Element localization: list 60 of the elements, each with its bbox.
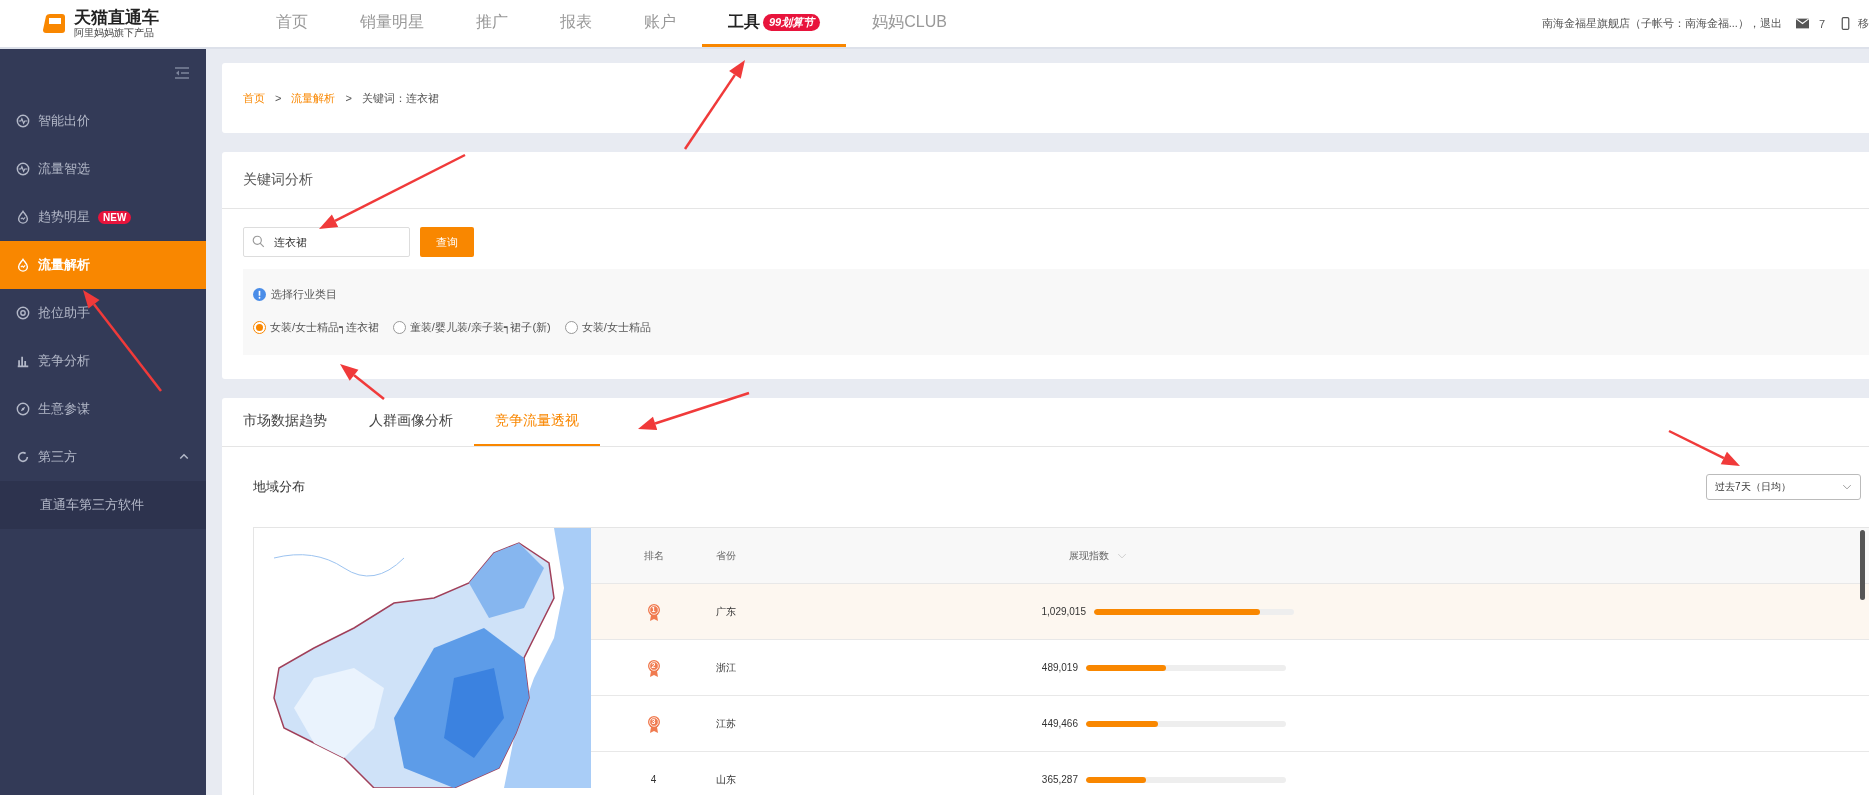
logo-title: 天猫直通车	[74, 8, 159, 27]
target-icon	[16, 306, 30, 320]
sidebar-item[interactable]: 抢位助手	[0, 289, 206, 337]
column-header[interactable]: 展现指数	[1069, 548, 1109, 563]
nav-tab[interactable]: 推广	[450, 0, 534, 47]
category-title: 选择行业类目	[271, 287, 337, 302]
province-cell-text: 广东	[716, 604, 737, 619]
nav-tab[interactable]: 账户	[618, 0, 702, 47]
index-value: 1,029,015	[1040, 606, 1086, 617]
column-header: 排名	[643, 548, 664, 563]
collapse-menu-icon	[174, 65, 190, 81]
breadcrumb-current: 关键词：连衣裙	[361, 90, 439, 106]
radio-icon[interactable]	[253, 321, 266, 334]
caret-icon	[1842, 482, 1852, 492]
annotation-arrow	[1668, 429, 1740, 466]
category-radio[interactable]: 女装/女士精品	[564, 320, 651, 335]
sidebar-item[interactable]: 流量智选	[0, 145, 206, 193]
annotation-arrow	[340, 364, 385, 400]
column-header: 省份	[716, 548, 737, 563]
tab[interactable]: 人群画像分析	[348, 398, 474, 446]
sidebar-item[interactable]: 趋势明星 NEW	[0, 193, 206, 241]
search-field[interactable]: 连衣裙	[243, 227, 410, 257]
sidebar-item[interactable]: 智能出价	[0, 97, 206, 145]
bar-chart-icon	[16, 354, 30, 368]
pulse-circle-icon	[16, 114, 30, 128]
index-value: 365,287	[1040, 774, 1078, 785]
radio-icon[interactable]	[564, 321, 578, 334]
sidebar-item[interactable]: 生意参谋	[0, 385, 206, 433]
card-title: 关键词分析	[222, 152, 1869, 209]
search-icon	[252, 235, 265, 248]
compass-icon	[16, 402, 30, 416]
radio-icon[interactable]	[392, 321, 406, 334]
rank-number: 4	[650, 774, 657, 785]
province-cell-text: 浙江	[716, 660, 737, 675]
breadcrumb-separator: >	[345, 92, 352, 104]
nav-tab[interactable]: 工具 99划算节	[702, 0, 847, 47]
section-title: 地域分布	[253, 478, 305, 496]
info-icon	[253, 288, 266, 301]
pulse-circle-icon	[16, 162, 30, 176]
phone-icon	[1839, 17, 1852, 30]
province-cell-text: 江苏	[716, 716, 737, 731]
message-count: 7	[1818, 17, 1825, 30]
logo-subtitle: 阿里妈妈旗下产品	[74, 26, 155, 39]
account-info: 南海金福星旗舰店（子帐号：南海金福...），退出	[1541, 16, 1782, 31]
drop-icon	[16, 258, 30, 272]
province-cell-text: 山东	[716, 772, 737, 787]
sidebar-item[interactable]: 竞争分析	[0, 337, 206, 385]
breadcrumb-separator: >	[275, 92, 282, 104]
index-value: 449,466	[1040, 718, 1078, 729]
tab[interactable]: 市场数据趋势	[222, 398, 348, 446]
sidebar-subitem[interactable]: 直通车第三方软件	[0, 481, 206, 529]
radio-label: 女装/女士精品	[581, 320, 651, 335]
drop-icon	[16, 210, 30, 224]
mail-icon	[1795, 17, 1809, 30]
period-dropdown[interactable]: 过去7天（日均）	[1706, 474, 1861, 500]
refresh-icon	[16, 450, 30, 464]
sidebar-item[interactable]: 第三方	[0, 433, 206, 481]
mobile-link[interactable]: 移	[1858, 16, 1869, 31]
scrollbar-thumb[interactable]	[1860, 530, 1865, 600]
index-value: 489,019	[1040, 662, 1078, 673]
